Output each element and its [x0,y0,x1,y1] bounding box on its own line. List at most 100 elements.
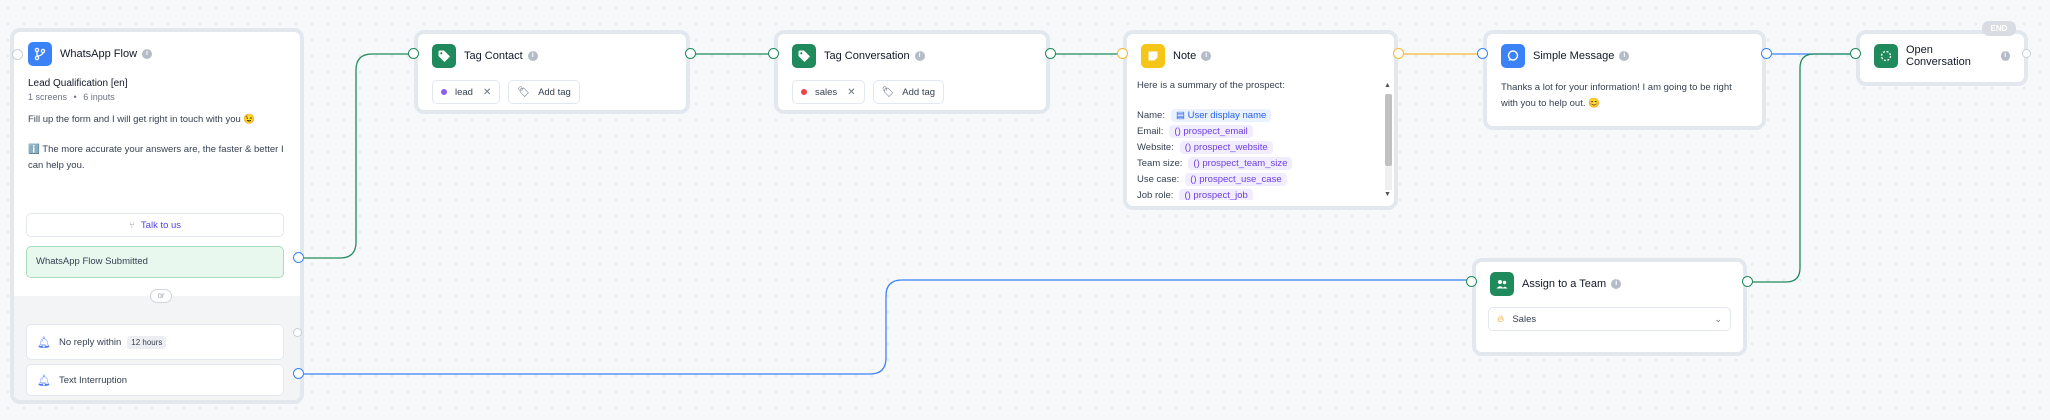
output-port[interactable] [685,48,696,59]
flow-info-text: ℹ️ The more accurate your answers are, t… [28,144,284,171]
field-label: Use case: [1137,173,1180,185]
input-port[interactable] [1117,48,1128,59]
variable-chip: () prospect_team_size [1188,156,1293,170]
info-icon[interactable]: i [1201,51,1212,61]
chat-bubble-icon [1501,44,1525,68]
no-reply-branch[interactable]: 🔔︎ No reply within 12 hours [26,324,284,360]
screens-count: 1 screens [28,92,68,102]
open-conversation-icon [1874,44,1898,68]
message-text: Thanks a lot for your information! I am … [1501,82,1732,109]
note-field-use-case: Use case: () prospect_use_case [1137,171,1388,187]
text-interruption-branch[interactable]: 🔔︎ Text Interruption [26,364,284,396]
input-port[interactable] [1850,48,1861,59]
note-field-website: Website: () prospect_website [1137,139,1388,155]
field-label: Name: [1137,109,1165,121]
node-title: Simple Message [1533,50,1615,62]
node-header: WhatsApp Flow i [14,32,300,76]
note-field-name: Name: ▤ User display name [1137,107,1388,123]
note-scrollbar[interactable]: ▲ ▼ [1383,82,1394,200]
whatsapp-flow-node[interactable]: WhatsApp Flow i Lead Qualification [en] … [10,28,304,404]
tag-chip: lead ✕ [432,80,501,104]
note-icon [1141,44,1165,68]
input-port[interactable] [12,49,23,60]
input-port[interactable] [408,48,419,59]
field-label: Website: [1137,141,1174,153]
output-port[interactable] [1742,276,1753,287]
tag-label: sales [815,86,838,98]
flame-icon: 🔥︎ [1497,313,1505,325]
tag-icon [792,44,816,68]
input-port[interactable] [1477,48,1488,59]
remove-tag-icon[interactable]: ✕ [483,87,491,98]
variable-braces-icon: () [1190,173,1200,185]
info-icon[interactable]: i [1619,51,1630,61]
scroll-thumb[interactable] [1385,94,1392,166]
chevron-down-icon: ⌄ [1714,313,1722,324]
tag-color-dot [441,89,447,95]
tag-conversation-node[interactable]: Tag Conversation i sales ✕ 🏷︎ Add tag [774,30,1050,114]
or-divider: or [150,289,172,303]
meta-separator: • [73,92,77,102]
tag-icon: 🏷︎ [881,86,895,98]
tag-chip: sales ✕ [792,80,865,104]
tag-icon [432,44,456,68]
output-port[interactable] [1393,48,1404,59]
variable-chip: () prospect_use_case [1185,172,1287,186]
flow-submitted-branch[interactable]: WhatsApp Flow Submitted [26,246,284,278]
add-tag-button[interactable]: 🏷︎ Add tag [508,80,580,104]
flow-meta: 1 screens • 6 inputs [28,92,286,102]
field-value: prospect_team_size [1202,157,1288,169]
button-label: Talk to us [140,219,182,231]
node-header: Tag Conversation i [778,34,1046,78]
assign-team-node[interactable]: Assign to a Team i 🔥︎ Sales ⌄ [1472,258,1747,356]
note-node[interactable]: Note i Here is a summary of the prospect… [1123,30,1398,210]
talk-to-us-button[interactable]: ⑂ Talk to us [26,213,284,237]
interruption-output-port[interactable] [293,368,304,379]
tag-contact-node[interactable]: Tag Contact i lead ✕ 🏷︎ Add tag [414,30,690,114]
no-reply-duration[interactable]: 12 hours [127,335,167,349]
node-title: Assign to a Team [1522,278,1607,290]
simple-message-node[interactable]: Simple Message i Thanks a lot for your i… [1483,30,1766,130]
output-port[interactable] [2022,49,2031,58]
bell-icon: 🔔︎ [37,374,51,387]
output-port[interactable] [1761,48,1772,59]
scroll-down-icon[interactable]: ▼ [1384,191,1391,198]
contact-field-chip: ▤ User display name [1170,108,1272,122]
tag-icon: 🏷︎ [517,86,531,98]
submitted-label: WhatsApp Flow Submitted [36,256,148,267]
add-tag-label: Add tag [902,86,936,98]
note-intro: Here is a summary of the prospect: [1137,80,1285,91]
info-icon[interactable]: i [914,51,925,61]
output-port[interactable] [1045,48,1056,59]
inputs-count: 6 inputs [83,92,115,102]
info-icon[interactable]: i [1611,279,1622,289]
note-content[interactable]: Here is a summary of the prospect: Name:… [1137,78,1388,200]
node-header: Assign to a Team i [1476,262,1743,306]
add-tag-button[interactable]: 🏷︎ Add tag [872,80,945,104]
flow-branch-icon: ⑂ [128,219,135,231]
team-icon [1490,272,1514,296]
scroll-up-icon[interactable]: ▲ [1384,82,1391,89]
field-value: prospect_email [1183,125,1248,137]
note-fields: Name: ▤ User display name Email: () pros… [1137,107,1388,200]
info-icon[interactable]: i [142,49,153,59]
variable-braces-icon: () [1184,141,1194,153]
submitted-output-port[interactable] [293,252,304,263]
add-tag-label: Add tag [538,86,571,98]
node-title: Open Conversation [1906,44,1971,68]
info-icon[interactable]: i [527,51,538,61]
no-reply-output-port[interactable] [293,328,302,337]
tag-color-dot [801,89,807,95]
node-title: Note [1173,50,1197,62]
node-header: Open Conversation i [1860,34,2024,78]
input-port[interactable] [1466,276,1477,287]
note-field-team-size: Team size: () prospect_team_size [1137,155,1388,171]
open-conversation-node[interactable]: Open Conversation i [1856,30,2028,86]
bell-icon: 🔔︎ [37,336,51,349]
input-port[interactable] [768,48,779,59]
team-select[interactable]: 🔥︎ Sales ⌄ [1488,307,1731,331]
remove-tag-icon[interactable]: ✕ [847,87,855,98]
flow-canvas[interactable]: WhatsApp Flow i Lead Qualification [en] … [0,0,2050,420]
info-icon[interactable]: i [2000,51,2010,61]
note-field-email: Email: () prospect_email [1137,123,1388,139]
